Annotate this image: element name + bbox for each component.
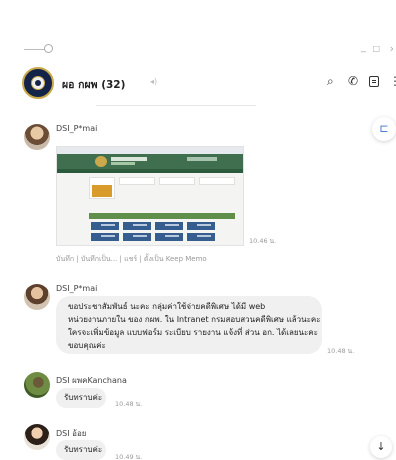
image-section-bar (89, 213, 235, 219)
message-bubble[interactable]: รับทราบค่ะ (56, 440, 106, 460)
image-browser-bar (57, 147, 243, 154)
group-name[interactable]: ผอ กผพ (32) (62, 76, 125, 93)
image-banner-right (187, 157, 217, 161)
message-time: 10.49 น. (115, 453, 143, 460)
search-icon[interactable]: ⌕ (327, 74, 334, 89)
image-logo (95, 156, 107, 167)
more-menu-icon[interactable]: ⋮ (389, 74, 396, 88)
sender-name: DSI ผพคKanchana (56, 376, 127, 385)
message-time: 10.48 น. (115, 400, 143, 408)
sender-name: DSI_P*mai (56, 124, 98, 133)
image-panel (199, 177, 235, 185)
message-time: 10.46 น. (249, 237, 277, 245)
image-panel (119, 177, 155, 185)
image-tile (91, 233, 119, 241)
image-tile (123, 222, 151, 230)
message-line: ขอบคุณค่ะ (68, 341, 106, 350)
header-divider (96, 105, 256, 106)
pin-line (24, 49, 46, 50)
message-time: 10.48 น. (327, 347, 355, 355)
sender-name: DSI อ้อย (56, 429, 87, 438)
image-tile (155, 233, 183, 241)
notes-icon[interactable] (369, 76, 379, 87)
image-thumbnail (92, 185, 112, 197)
image-tile (123, 233, 151, 241)
message-line: หน่วยงานภายใน ของ กผพ. ใน Intranet กรมสอ… (68, 315, 321, 324)
message-line: ใครจะเพิ่มข้อมูล แบบฟอร์ม ระเบียบ รายงาน… (68, 328, 318, 337)
phone-icon[interactable]: ✆ (348, 74, 358, 88)
image-banner-subtext (111, 162, 135, 165)
chat-header: ผอ กผพ (32) ◂) ⌕ ✆ ⋮ (0, 64, 396, 100)
image-panel (159, 177, 195, 185)
memo-icon[interactable]: ⊏ (372, 117, 396, 141)
mute-icon: ◂) (150, 77, 158, 86)
message-bubble[interactable]: ขอประชาสัมพันธ์ นะคะ กลุ่มค่าใช้จ่ายคดีพ… (56, 296, 322, 354)
image-nav-bar (57, 169, 243, 173)
shared-image[interactable] (56, 146, 244, 246)
sender-avatar[interactable] (24, 284, 50, 310)
sender-avatar[interactable] (24, 372, 50, 398)
maximize-icon[interactable]: □ (372, 44, 380, 53)
image-banner-text (111, 157, 147, 161)
image-actions[interactable]: บันทึก | บันทึกเป็น... | แชร์ | ตั้งเป็น… (56, 254, 207, 265)
close-icon[interactable]: › (390, 42, 394, 55)
image-tile (187, 222, 215, 230)
message-bubble[interactable]: รับทราบค่ะ (56, 388, 106, 408)
group-avatar[interactable] (22, 67, 54, 99)
window-titlebar: _ □ › (0, 40, 396, 60)
sender-avatar[interactable] (24, 124, 50, 150)
pin-toggle-icon[interactable] (44, 44, 53, 53)
minimize-icon[interactable]: _ (361, 42, 366, 53)
image-tile (91, 222, 119, 230)
emblem-center (35, 80, 41, 86)
scroll-down-icon[interactable]: ↓ (370, 436, 392, 458)
image-tile (155, 222, 183, 230)
message-line: ขอประชาสัมพันธ์ นะคะ กลุ่มค่าใช้จ่ายคดีพ… (68, 302, 266, 311)
image-tile (187, 233, 215, 241)
sender-avatar[interactable] (24, 424, 50, 450)
sender-name: DSI_P*mai (56, 284, 98, 293)
